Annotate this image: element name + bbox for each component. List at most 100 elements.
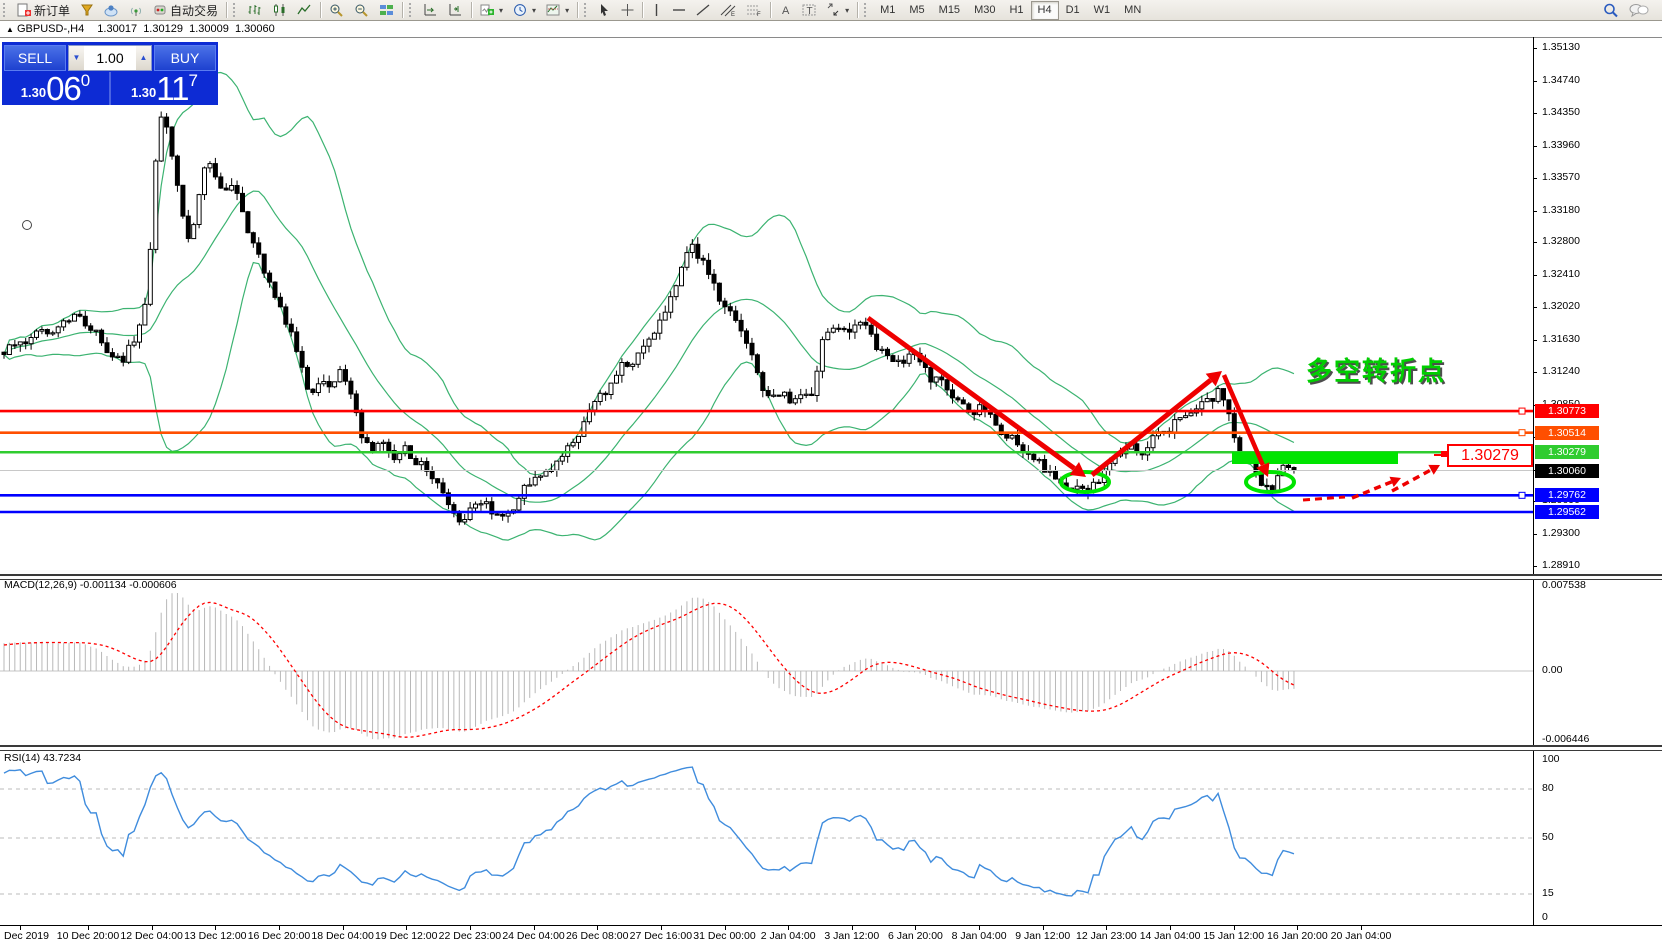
tf-h1[interactable]: H1: [1002, 1, 1030, 20]
community-button[interactable]: [99, 0, 124, 21]
red-trend-arrow[interactable]: [868, 318, 1074, 468]
tf-m5[interactable]: M5: [902, 1, 931, 20]
rsi-tick-label: 15: [1542, 887, 1554, 899]
tf-d1[interactable]: D1: [1059, 1, 1087, 20]
price-tick-label: 1.29300: [1542, 527, 1580, 539]
cursor-icon: [598, 3, 611, 17]
tf-m30[interactable]: M30: [967, 1, 1002, 20]
search-button[interactable]: [1598, 0, 1624, 21]
time-axis-tick: [343, 926, 344, 930]
line-handle[interactable]: [1519, 492, 1525, 498]
tile-windows-button[interactable]: [374, 0, 399, 21]
line-handle[interactable]: [1519, 408, 1525, 414]
rsi-panel[interactable]: [0, 749, 1533, 925]
toolbar: 新订单 自动交易: [0, 0, 1662, 21]
time-axis-tick: [1361, 926, 1362, 930]
search-icon: [1603, 3, 1619, 18]
tf-m1[interactable]: M1: [873, 1, 902, 20]
tf-w1[interactable]: W1: [1087, 1, 1118, 20]
funnel-icon: [80, 3, 94, 17]
time-axis-label: 27 Dec 16:00: [630, 930, 692, 942]
vertical-line-button[interactable]: [646, 0, 667, 21]
sell-button[interactable]: SELL: [4, 45, 66, 71]
circle-object-marker[interactable]: [22, 220, 32, 230]
volume-spinner: ▼ 1.00 ▲: [68, 45, 152, 71]
toolbar-grip[interactable]: [3, 3, 9, 17]
bar-chart-button[interactable]: [242, 0, 267, 21]
community-cloud-icon: [104, 3, 119, 17]
buy-price[interactable]: 1.30 11 7: [111, 72, 218, 105]
volume-value[interactable]: 1.00: [84, 46, 136, 70]
time-axis-tick: [20, 926, 21, 930]
tf-m15[interactable]: M15: [932, 1, 967, 20]
time-axis-tick: [279, 926, 280, 930]
price-tickmark: [1533, 307, 1537, 308]
chart-shift-button[interactable]: [443, 0, 468, 21]
collapse-triangle-icon[interactable]: ▲: [6, 25, 14, 34]
price-tickmark: [1533, 534, 1537, 535]
red-trend-arrow[interactable]: [1303, 497, 1345, 500]
callout-anchor-square: [1441, 451, 1447, 457]
candle-chart-button[interactable]: [267, 0, 292, 21]
buy-button[interactable]: BUY: [154, 45, 216, 71]
sell-price[interactable]: 1.30 06 0: [2, 72, 111, 105]
time-axis-label: Dec 2019: [4, 930, 49, 942]
time-axis-border: [0, 925, 1662, 926]
candles: [2, 112, 1296, 526]
red-trend-arrow[interactable]: [1092, 380, 1211, 475]
tf-h4[interactable]: H4: [1031, 1, 1059, 20]
price-tick-label: 1.32020: [1542, 300, 1580, 312]
price-tickmark: [1533, 566, 1537, 567]
macd-tick-label: 0.00: [1542, 664, 1562, 676]
ohlc-low: 1.30009: [189, 23, 229, 35]
zoom-in-button[interactable]: [324, 0, 349, 21]
price-tick-label: 1.34740: [1542, 74, 1580, 86]
main-chart-panel[interactable]: [0, 37, 1533, 574]
price-tag-1.30514: 1.30514: [1535, 426, 1599, 440]
tf-mn[interactable]: MN: [1117, 1, 1148, 20]
ohlc-high: 1.30129: [143, 23, 183, 35]
cursor-button[interactable]: [593, 0, 616, 21]
arrows-button[interactable]: ▾: [821, 0, 854, 21]
rsi-label: RSI(14) 43.7234: [4, 752, 81, 764]
text-label-button[interactable]: T: [797, 0, 821, 21]
periods-caret: ▾: [532, 6, 536, 15]
crosshair-button[interactable]: [616, 0, 639, 21]
indicators-button[interactable]: ▾: [475, 0, 508, 21]
line-handle[interactable]: [1519, 430, 1525, 436]
macd-panel[interactable]: [0, 578, 1533, 745]
favorites-button[interactable]: [75, 0, 99, 21]
chat-button[interactable]: [1624, 0, 1654, 21]
horizontal-line-button[interactable]: [667, 0, 691, 21]
price-callout-label[interactable]: 1.30279: [1447, 444, 1533, 467]
periods-button[interactable]: ▾: [508, 0, 541, 21]
signals-button[interactable]: [124, 0, 148, 21]
panel-divider-macd[interactable]: [0, 574, 1662, 580]
rsi-tick-label: 80: [1542, 782, 1554, 794]
templates-button[interactable]: ▾: [541, 0, 574, 21]
volume-down-button[interactable]: ▼: [69, 46, 84, 70]
fibonacci-button[interactable]: F: [741, 0, 767, 21]
price-tag-1.30060: 1.30060: [1535, 464, 1599, 478]
auto-scroll-button[interactable]: [418, 0, 443, 21]
panel-divider-rsi[interactable]: [0, 745, 1662, 751]
bb-upper: [4, 73, 1294, 475]
time-axis-label: 15 Jan 12:00: [1203, 930, 1264, 942]
equidistant-channel-icon: E: [720, 3, 736, 17]
autotrading-button[interactable]: 自动交易: [148, 0, 223, 21]
time-axis-tick: [852, 926, 853, 930]
time-axis[interactable]: Dec 201910 Dec 20:0012 Dec 04:0013 Dec 1…: [0, 926, 1662, 947]
new-order-button[interactable]: 新订单: [12, 0, 75, 21]
time-axis-tick: [88, 926, 89, 930]
channel-button[interactable]: E: [715, 0, 741, 21]
text-icon: A: [779, 3, 792, 17]
text-button[interactable]: A: [774, 0, 797, 21]
macd-histogram: [4, 593, 1294, 739]
line-chart-button[interactable]: [292, 0, 317, 21]
price-tickmark: [1533, 211, 1537, 212]
vertical-line-icon: [651, 3, 662, 17]
trendline-button[interactable]: [691, 0, 715, 21]
zoom-out-button[interactable]: [349, 0, 374, 21]
volume-up-button[interactable]: ▲: [136, 46, 151, 70]
price-axis[interactable]: 1.307731.305141.302791.300601.297621.295…: [1533, 0, 1662, 947]
